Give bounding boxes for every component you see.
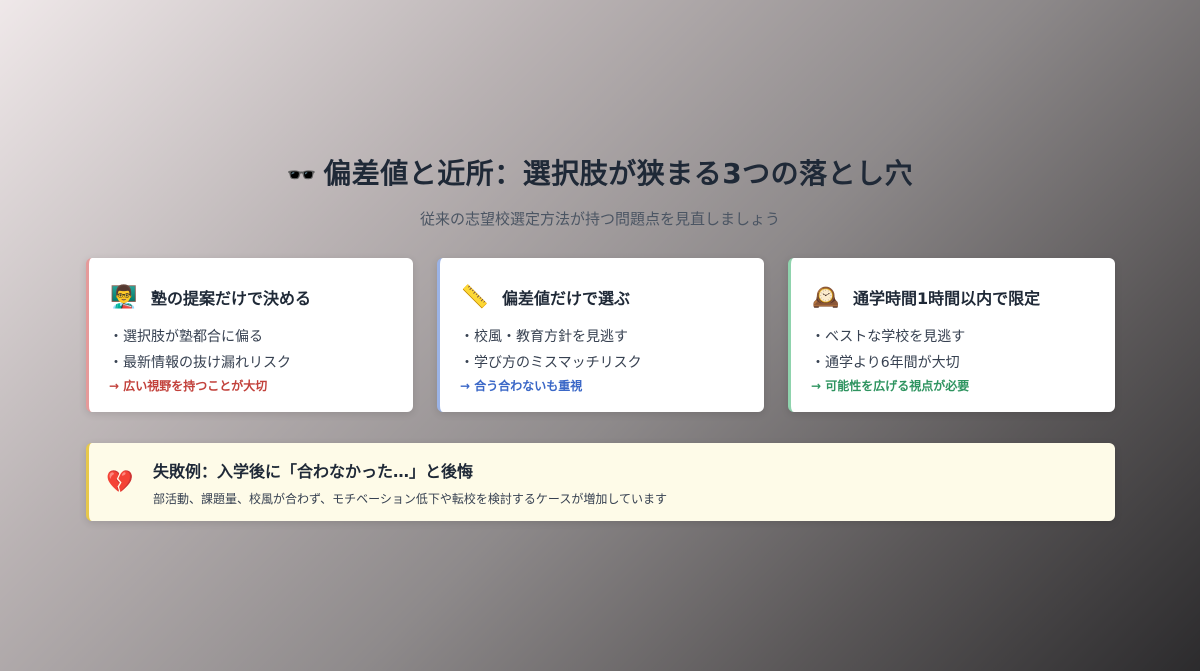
failure-example-banner: 💔 失敗例：入学後に「合わなかった…」と後悔 部活動、課題量、校風が合わず、モチ… — [86, 443, 1115, 521]
card-note: → 合う合わないも重視 — [460, 379, 583, 393]
teacher-icon: 👨‍🏫 — [110, 284, 138, 310]
banner-content: 失敗例：入学後に「合わなかった…」と後悔 部活動、課題量、校風が合わず、モチベー… — [153, 458, 667, 507]
banner-text: 部活動、課題量、校風が合わず、モチベーション低下や転校を検討するケースが増加して… — [153, 491, 667, 506]
card-note: → 広い視野を持つことが大切 — [109, 379, 268, 393]
list-item: ・選択肢が塾都合に偏る — [109, 329, 263, 345]
card-title: 通学時間1時間以内で限定 — [853, 289, 1041, 308]
page-title: 🕶️ 偏差値と近所：選択肢が狭まる3つの落とし穴 — [0, 152, 1200, 192]
list-item: ・最新情報の抜け漏れリスク — [109, 355, 291, 371]
list-item: ・通学より6年間が大切 — [811, 355, 960, 371]
header: 🕶️ 偏差値と近所：選択肢が狭まる3つの落とし穴 従来の志望校選定方法が持つ問題点… — [0, 152, 1200, 229]
banner-title: 失敗例：入学後に「合わなかった…」と後悔 — [153, 461, 474, 481]
list-item: ・ベストな学校を見逃す — [811, 329, 966, 345]
broken-heart-icon: 💔 — [106, 469, 134, 495]
ruler-icon: 📏 — [461, 284, 489, 310]
list-item: ・校風・教育方針を見逃す — [460, 329, 628, 345]
card-points: ・校風・教育方針を見逃す ・学び方のミスマッチリスク — [460, 324, 744, 376]
card-points: ・ベストな学校を見逃す ・通学より6年間が大切 — [811, 324, 1095, 376]
sunglasses-icon: 🕶️ — [286, 161, 318, 189]
card-header: 👨‍🏫 塾の提案だけで決める — [109, 282, 393, 312]
list-item: ・学び方のミスマッチリスク — [460, 355, 642, 371]
card-points: ・選択肢が塾都合に偏る ・最新情報の抜け漏れリスク — [109, 324, 393, 376]
card-juku-proposal: 👨‍🏫 塾の提案だけで決める ・選択肢が塾都合に偏る ・最新情報の抜け漏れリスク… — [86, 258, 413, 412]
page-title-text: 偏差値と近所：選択肢が狭まる3つの落とし穴 — [323, 157, 914, 190]
card-title: 塾の提案だけで決める — [151, 289, 312, 308]
page-subtitle: 従来の志望校選定方法が持つ問題点を見直しましょう — [419, 210, 780, 228]
mantelpiece-clock-icon: 🕰️ — [812, 284, 840, 310]
card-title: 偏差値だけで選ぶ — [502, 289, 631, 308]
card-header: 🕰️ 通学時間1時間以内で限定 — [811, 282, 1095, 312]
card-hensachi-only: 📏 偏差値だけで選ぶ ・校風・教育方針を見逃す ・学び方のミスマッチリスク → … — [437, 258, 764, 412]
card-note: → 可能性を広げる視点が必要 — [811, 379, 970, 393]
card-header: 📏 偏差値だけで選ぶ — [460, 282, 744, 312]
card-commute-limit: 🕰️ 通学時間1時間以内で限定 ・ベストな学校を見逃す ・通学より6年間が大切 … — [788, 258, 1115, 412]
